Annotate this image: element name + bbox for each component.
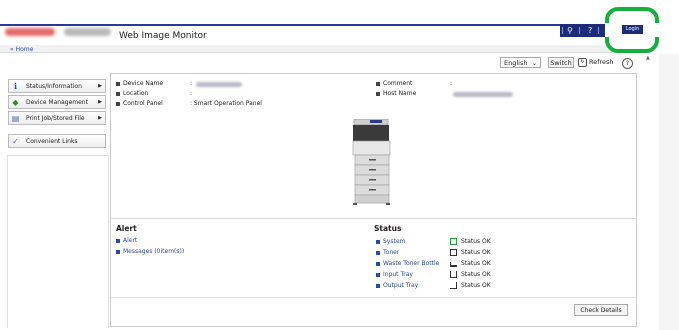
document-icon: ▤ [11,114,20,123]
device-name-label: Device Name [116,80,163,88]
status-system-link[interactable]: System [376,238,405,246]
page-scrollbar[interactable] [659,54,679,330]
link-icon: ✓ [12,137,19,146]
login-highlight: Login [605,7,659,53]
section-divider [111,218,636,219]
check-details-button[interactable]: Check Details [574,304,628,316]
alert-title: Alert [116,224,137,233]
app-title: Web Image Monitor [119,31,207,41]
comment-label: Comment [376,80,412,88]
waste-toner-icon [450,262,457,267]
system-icon [450,238,457,245]
status-output-tray-link[interactable]: Output Tray [376,282,418,290]
header-divider [0,24,612,26]
panel-footer-divider [111,297,636,298]
status-input-tray-link[interactable]: Input Tray [376,271,413,279]
breadcrumb-home-link[interactable]: « Home [10,46,33,53]
status-toner-value: Status OK [461,249,491,256]
chevron-down-icon: ⌄ [531,60,537,67]
status-toner-link[interactable]: Toner [376,249,399,257]
device-name-redacted [196,82,242,87]
status-output-tray-value: Status OK [461,282,491,289]
chevron-right-icon: ▶ [98,83,102,89]
status-waste-toner-link[interactable]: Waste Toner Bottle [376,260,439,268]
device-management-icon: ◆ [12,98,19,107]
scroll-up-icon[interactable]: ▲ [646,55,650,61]
printer-image [352,119,391,205]
sidebar-item-device-management[interactable]: ◆ Device Management ▶ [8,95,106,109]
status-input-tray-value: Status OK [461,271,491,278]
toner-icon [450,249,457,256]
info-icon: i [13,81,18,91]
status-system-value: Status OK [461,238,491,245]
refresh-icon: ↻ [578,57,587,67]
location-colon: : [190,90,193,97]
sidebar-panel [7,155,109,328]
sidebar-item-convenient-links[interactable]: ✓ Convenient Links [8,134,106,148]
breadcrumb-bar [0,45,612,53]
switch-button[interactable]: Switch [548,57,574,68]
messages-link[interactable]: Messages (0item(s)) [116,248,184,256]
status-waste-toner-value: Status OK [461,260,491,267]
host-name-label: Host Name [376,90,416,98]
refresh-button[interactable]: ↻ Refresh [578,57,616,68]
sidebar-item-status-information[interactable]: i Status/Information ▶ [8,79,106,93]
device-name-colon: : [190,80,193,87]
output-tray-icon [450,282,457,289]
host-name-redacted [453,92,513,97]
status-title: Status [374,224,402,233]
chevron-right-icon: ▶ [98,115,102,121]
alert-link[interactable]: Alert [116,237,137,245]
sidebar-item-print-job[interactable]: ▤ Print Job/Stored File ▶ [8,111,106,125]
search-icon[interactable]: ⚲ [567,24,573,37]
top-toolbar: ⚲ ? [560,24,610,37]
chevron-right-icon: ▶ [98,99,102,105]
control-panel-label: Control Panel [116,100,163,108]
comment-colon: : [450,80,453,87]
help-icon[interactable]: ? [588,24,592,37]
device-model-redacted [64,28,111,36]
brand-logo-redacted [5,28,55,36]
login-button[interactable]: Login [622,25,643,34]
header: Web Image Monitor ⚲ ? [0,0,679,46]
input-tray-icon [450,271,457,278]
location-label: Location [116,90,148,98]
language-select[interactable]: English ⌄ [500,57,541,68]
help-button[interactable]: ? [622,58,633,69]
control-panel-value: : Smart Operation Panel [190,100,262,107]
